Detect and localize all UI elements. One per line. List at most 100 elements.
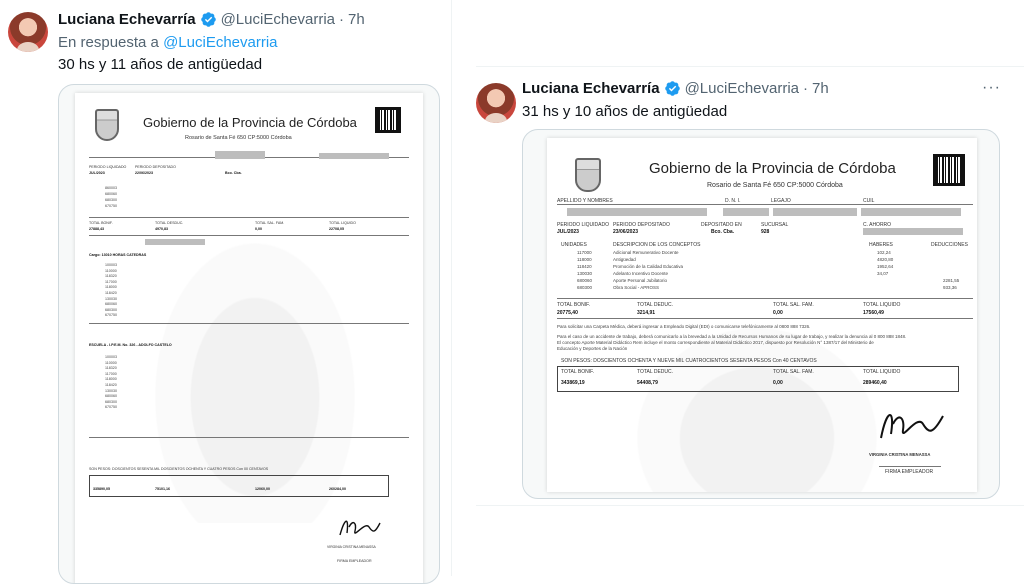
table-row-haber: 102,24 [877,250,891,255]
total-sal-label: TOTAL SAL. FAM. [773,302,814,308]
table-row-code: 117000 [577,250,592,255]
reply-context: En respuesta a @LuciEchevarria [58,34,278,51]
redacted-field [773,208,857,216]
signature-image [339,520,381,536]
deducciones-label: DEDUCCIONES [931,242,968,248]
note-material: El concepto Aporte Material Didáctico Re… [557,340,874,345]
total-bonif-value: 20775,40 [557,310,578,316]
tweet-media[interactable]: Gobierno de la Provincia de Córdoba Rosa… [522,129,1000,499]
firmante: VIRGINIA CRISTINA MENASSA [869,452,931,457]
sucursal-value: 928 [761,229,770,235]
final-desc: 54408,79 [637,380,658,386]
tweet[interactable]: Luciana Echevarría @LuciEchevarria · 7h … [476,66,1024,506]
table-row-haber: 34,07 [877,271,889,276]
periodo-label: PERIODO LIQUIDADO [557,222,609,228]
more-icon[interactable]: ··· [982,79,1001,97]
divider [89,217,409,218]
unidades-label: UNIDADES [561,242,587,248]
document-address: Rosario de Santa Fé 650 CP:5000 Córdoba [707,182,843,189]
redacted-field [319,153,389,159]
table-row-haber: 1952,64 [877,264,894,269]
note-accidente: Para el caso de un accidente de trabajo,… [557,334,907,339]
reply-handle-link[interactable]: @LuciEchevarria [163,34,277,51]
redacted-field [215,151,265,159]
periodo-value: JUL/2023 [557,229,579,235]
bank-value: Bco. Cba. [225,171,242,175]
son-pesos: SON PESOS: DOSCIENTOS OCHENTA Y NUEVE MI… [561,358,817,364]
avatar[interactable] [8,12,48,52]
total-sal-label: TOTAL SAL. FAM. [255,221,285,225]
redacted-field [145,239,205,245]
concepts-block: 100003 110000 118320 117000 118000 118420 1300… [105,263,117,318]
table-row-desc: Aporte Personal Jubilatorio [613,278,668,283]
timestamp[interactable]: 7h [812,80,829,97]
final-sal: 12060,00 [255,487,270,491]
periodo-value: JUL/2023 [89,171,105,175]
table-row-code: 680060 [577,278,593,283]
final-bonif: 335890,05 [93,487,110,491]
table-row-code: 680300 [577,285,593,290]
redacted-field [567,208,707,216]
tweet-text: 31 hs y 10 años de antigüedad [522,103,728,120]
divider [89,235,409,236]
avatar[interactable] [476,83,516,123]
depositado-label: DEPOSITADO EN [701,222,742,228]
conceptos-label: DESCRIPCION DE LOS CONCEPTOS [613,242,701,248]
total-liq-label: TOTAL LIQUIDO [329,221,356,225]
total-sal-value: 0,00 [773,310,783,316]
signature-image [880,414,944,439]
redacted-field [723,208,769,216]
final-totals-box [89,475,389,497]
total-desc-value: 4970,83 [155,227,168,231]
total-desc-label: TOTAL DESDUC. [155,221,184,225]
concepts-block: 100003 110000 118320 117000 118000 118420 1300… [105,355,117,410]
deposito-label: PERIODO DEPOSITADO [613,222,670,228]
deposito-label: PERIODO DEPOSITADO [135,165,176,169]
sucursal-label: SUCURSAL [761,222,789,228]
final-liq: 289460,40 [863,380,887,386]
table-row-desc: Obra Social - APROSS [613,285,660,290]
final-liq-label: TOTAL LIQUIDO [863,369,901,375]
total-desc-value: 3214,91 [637,310,656,316]
cargo-1: Cargo: 13010 HORAS CATEDRAS [89,253,147,257]
tweet-header: Luciana Echevarría @LuciEchevarria · 7h [522,80,829,97]
firma-empleador: FIRMA EMPLEADOR [337,559,372,563]
total-bonif-value: 27888,43 [89,227,104,231]
final-desc: 75101,16 [155,487,170,491]
final-bonif-label: TOTAL BONIF. [561,369,594,375]
table-row-desc: Antigüedad [613,257,636,262]
note-carpeta: Para solicitar una Carpeta Médica, deber… [557,324,811,329]
haberes-label: HABERES [869,242,893,248]
separator-dot: · [803,80,809,97]
dni-label: D. N. I. [725,198,741,204]
table-row-deduc: 2281,55 [943,278,960,283]
author-handle[interactable]: @LuciEchevarria [221,11,335,28]
table-row-code: 130030 [577,271,593,276]
tweet-reply[interactable]: Luciana Echevarría @LuciEchevarria · 7h … [0,0,452,584]
tweet-text: 30 hs y 11 años de antigüedad [58,56,263,73]
author-name[interactable]: Luciana Echevarría [522,80,660,97]
table-row-deduc: 933,36 [943,285,957,290]
divider [879,466,941,467]
total-liq-value: 17560,49 [863,310,884,316]
qr-code-icon [933,154,965,186]
tweet-media[interactable]: Gobierno de la Provincia de Córdoba Rosa… [58,84,440,584]
redacted-field [863,228,963,235]
watermark-crest [637,328,877,492]
redacted-field [861,208,961,216]
timestamp[interactable]: 7h [348,11,365,28]
final-sal: 0,00 [773,380,783,386]
firmante: VIRGINIA CRISTINA MENASSA [327,545,376,549]
reply-prefix: En respuesta a [58,34,164,51]
author-handle[interactable]: @LuciEchevarria [685,80,799,97]
deposito-value: 23/06/2023 [613,229,639,235]
author-name[interactable]: Luciana Echevarría [58,11,196,28]
depositado-value: Bco. Cba. [711,229,735,235]
periodo-label: PERIODO LIQUIDADO [89,165,127,169]
document-title: Gobierno de la Provincia de Córdoba [649,160,896,177]
separator-dot: · [339,11,345,28]
total-desc-label: TOTAL DEDUC. [637,302,674,308]
tweet-header: Luciana Echevarría @LuciEchevarria · 7h [58,11,365,28]
cuil-label: CUIL [863,198,875,204]
table-row-code: 118420 [577,264,592,269]
